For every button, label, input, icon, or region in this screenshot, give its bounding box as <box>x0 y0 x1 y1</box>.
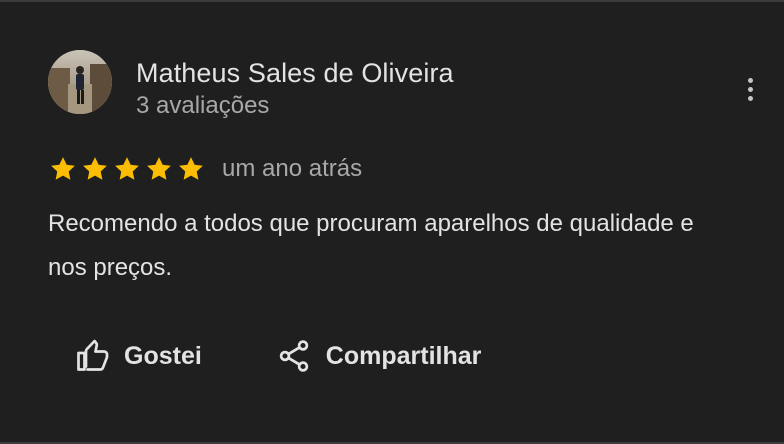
author-review-count: 3 avaliações <box>136 92 270 119</box>
review-card: Matheus Sales de Oliveira 3 avaliações u… <box>0 0 784 444</box>
review-actions: Gostei Compartilhar <box>56 332 499 380</box>
more-options-button[interactable] <box>740 72 760 106</box>
like-label: Gostei <box>124 342 202 370</box>
more-vertical-icon-dot <box>747 95 753 101</box>
share-button[interactable]: Compartilhar <box>258 332 500 380</box>
thumbs-up-icon <box>77 339 109 371</box>
share-label: Compartilhar <box>325 342 482 370</box>
star-rating <box>48 154 206 184</box>
review-header: Matheus Sales de Oliveira 3 avaliações <box>48 50 454 121</box>
star-icon <box>115 157 139 180</box>
review-text: Recomendo a todos que procuram aparelhos… <box>48 210 694 281</box>
star-icon <box>83 157 107 180</box>
more-vertical-icon <box>747 77 753 83</box>
more-vertical-icon-dot <box>747 86 753 92</box>
share-icon <box>279 340 309 372</box>
star-icon <box>51 157 75 180</box>
author-name[interactable]: Matheus Sales de Oliveira <box>136 58 454 88</box>
review-time: um ano atrás <box>222 155 363 182</box>
star-icon <box>147 157 171 180</box>
avatar-photo <box>48 50 112 114</box>
author-block: Matheus Sales de Oliveira 3 avaliações <box>136 58 454 121</box>
rating-row: um ano atrás <box>48 154 362 184</box>
avatar[interactable] <box>48 50 112 114</box>
star-icon <box>179 157 203 180</box>
like-button[interactable]: Gostei <box>56 332 220 380</box>
